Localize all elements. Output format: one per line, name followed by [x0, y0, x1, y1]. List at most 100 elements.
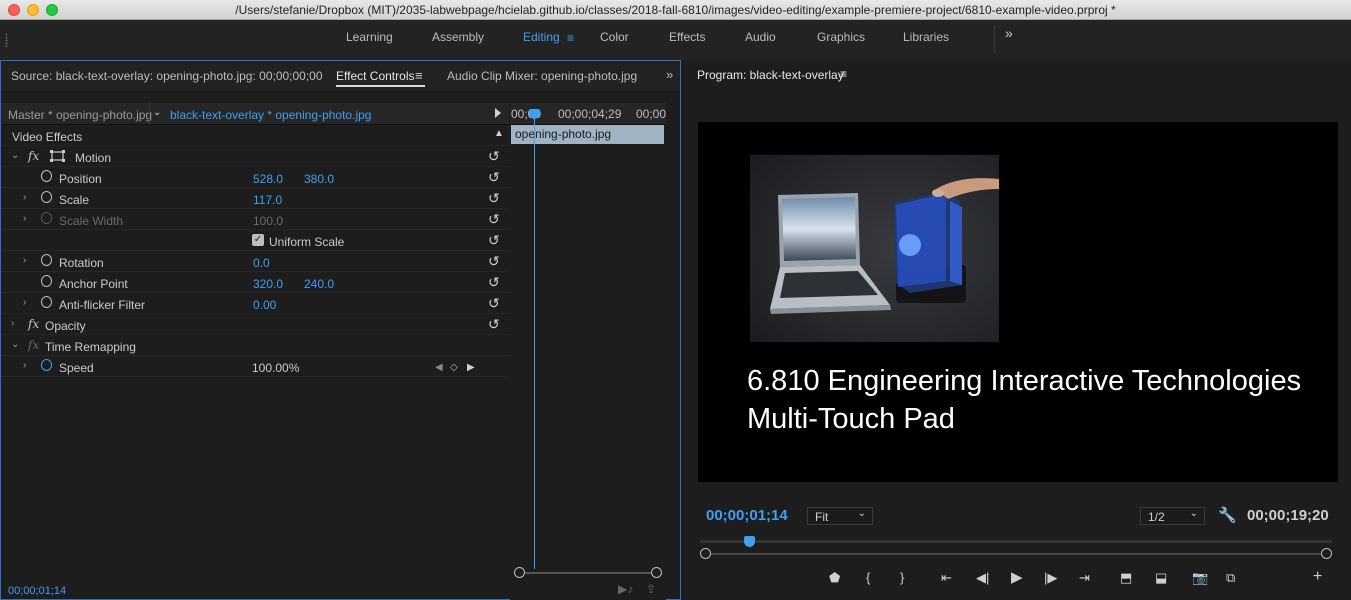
more-workspaces-icon[interactable]: »: [1005, 25, 1013, 41]
footer-timecode[interactable]: 00;00;01;14: [8, 585, 66, 597]
playhead-line[interactable]: [534, 111, 535, 569]
anti-flicker-value[interactable]: 0.00: [253, 298, 276, 312]
previous-keyframe-icon[interactable]: ◀: [435, 362, 443, 373]
reset-icon[interactable]: ↺: [488, 295, 500, 312]
chevron-right-icon[interactable]: ›: [23, 297, 26, 308]
program-title[interactable]: Program: black-text-overlay: [697, 68, 844, 82]
program-video-frame[interactable]: 6.810 Engineering Interactive Technologi…: [698, 122, 1338, 482]
compare-view-icon[interactable]: ⧉: [1226, 570, 1235, 586]
speed-value[interactable]: 100.00%: [252, 361, 299, 375]
zoom-handle-right[interactable]: [1321, 548, 1332, 559]
workspace-tab-learning[interactable]: Learning: [346, 20, 393, 60]
chevron-down-icon[interactable]: ⌄: [153, 107, 161, 118]
next-keyframe-icon[interactable]: ▶: [467, 362, 475, 373]
effect-motion[interactable]: ⌄ fx Motion ↺: [1, 146, 509, 167]
collapse-section-icon[interactable]: ▲: [494, 128, 504, 139]
button-editor-plus-icon[interactable]: +: [1313, 568, 1322, 586]
stopwatch-icon[interactable]: [41, 275, 52, 287]
position-x-value[interactable]: 528.0: [253, 172, 283, 186]
timeline-zoom-scrollbar[interactable]: [514, 567, 662, 579]
stopwatch-icon[interactable]: [41, 254, 52, 266]
close-window-button[interactable]: [8, 4, 20, 16]
workspace-tab-audio[interactable]: Audio: [745, 20, 776, 60]
playback-resolution-select[interactable]: 1/2 ⌄: [1140, 507, 1205, 525]
chevron-right-icon[interactable]: ›: [23, 192, 26, 203]
sequence-clip-tab[interactable]: black-text-overlay * opening-photo.jpg: [170, 108, 371, 122]
step-back-icon[interactable]: ◀|: [976, 570, 989, 586]
program-scrubber[interactable]: [700, 536, 1332, 560]
fx-badge-icon[interactable]: fx: [28, 149, 39, 163]
reset-icon[interactable]: ↺: [488, 253, 500, 270]
chevron-right-icon[interactable]: ›: [23, 360, 26, 371]
step-forward-icon[interactable]: |▶: [1044, 570, 1057, 586]
go-to-in-icon[interactable]: ⇤: [941, 570, 952, 586]
playhead-handle[interactable]: [743, 536, 755, 547]
position-y-value[interactable]: 380.0: [304, 172, 334, 186]
zoom-window-button[interactable]: [46, 4, 58, 16]
stopwatch-icon[interactable]: [41, 296, 52, 308]
rotation-value[interactable]: 0.0: [253, 256, 270, 270]
mark-in-icon[interactable]: {: [866, 570, 870, 585]
playhead-handle[interactable]: [529, 109, 540, 119]
chevron-right-icon[interactable]: ›: [23, 255, 26, 266]
effect-controls-timeline[interactable]: 00;00 00;00;04;29 00;00 opening-photo.jp…: [510, 103, 666, 600]
reset-icon[interactable]: ↺: [488, 274, 500, 291]
workspace-menu-icon[interactable]: ≡: [567, 31, 574, 45]
anchor-y-value[interactable]: 240.0: [304, 277, 334, 291]
grip-icon[interactable]: [5, 33, 8, 47]
reset-icon[interactable]: ↺: [488, 232, 500, 249]
chevron-right-icon[interactable]: ›: [11, 318, 14, 329]
settings-wrench-icon[interactable]: 🔧: [1218, 506, 1237, 524]
export-frame-camera-icon[interactable]: 📷: [1192, 570, 1208, 586]
time-ruler-bar[interactable]: [700, 540, 1332, 543]
uniform-scale-checkbox[interactable]: ✓: [252, 234, 264, 246]
zoom-handle-left[interactable]: [514, 567, 525, 578]
mark-out-icon[interactable]: }: [900, 570, 904, 585]
add-marker-icon[interactable]: ⬟: [829, 570, 840, 586]
add-keyframe-icon[interactable]: ◇: [450, 362, 458, 373]
workspace-tab-editing[interactable]: Editing: [523, 20, 560, 60]
effect-time-remapping[interactable]: ⌄ fx Time Remapping: [1, 335, 509, 356]
workspace-tab-effects[interactable]: Effects: [669, 20, 705, 60]
play-icon[interactable]: ▶: [1011, 568, 1023, 586]
scale-value[interactable]: 117.0: [253, 193, 282, 207]
more-panels-icon[interactable]: »: [666, 67, 673, 82]
reset-icon[interactable]: ↺: [488, 190, 500, 207]
expand-toggle-icon[interactable]: ⌄: [11, 150, 19, 161]
zoom-scrollbar[interactable]: [705, 553, 1327, 555]
minimize-window-button[interactable]: [27, 4, 39, 16]
expand-toggle-icon[interactable]: ⌄: [11, 339, 19, 350]
zoom-level-select[interactable]: Fit ⌄: [807, 507, 873, 525]
go-to-out-icon[interactable]: ⇥: [1079, 570, 1090, 586]
stopwatch-icon[interactable]: [41, 191, 52, 203]
extract-icon[interactable]: ⬓: [1155, 570, 1167, 586]
workspace-tab-color[interactable]: Color: [600, 20, 629, 60]
lift-icon[interactable]: ⬒: [1120, 570, 1132, 586]
anchor-x-value[interactable]: 320.0: [253, 277, 283, 291]
workspace-tab-assembly[interactable]: Assembly: [432, 20, 484, 60]
workspace-tab-libraries[interactable]: Libraries: [903, 20, 949, 60]
chevron-right-icon[interactable]: ›: [23, 213, 26, 224]
zoom-handle-left[interactable]: [700, 548, 711, 559]
tab-effect-controls[interactable]: Effect Controls: [336, 69, 414, 83]
solo-audio-icon[interactable]: ▶♪: [618, 582, 633, 596]
fx-badge-icon[interactable]: fx: [28, 317, 39, 331]
workspace-tab-graphics[interactable]: Graphics: [817, 20, 865, 60]
reset-icon[interactable]: ↺: [488, 316, 500, 333]
playhead-timecode[interactable]: 00;00;01;14: [706, 507, 788, 524]
master-clip-tab[interactable]: Master * opening-photo.jpg: [8, 108, 152, 122]
export-frame-icon[interactable]: ⇪: [646, 582, 656, 596]
reset-icon[interactable]: ↺: [488, 148, 500, 165]
panel-menu-icon[interactable]: ≡: [840, 67, 847, 81]
reset-icon[interactable]: ↺: [488, 169, 500, 186]
stopwatch-icon[interactable]: [41, 359, 52, 371]
reset-icon[interactable]: ↺: [488, 211, 500, 228]
zoom-handle-right[interactable]: [651, 567, 662, 578]
panel-menu-icon[interactable]: ≡: [415, 68, 423, 83]
tab-audio-clip-mixer[interactable]: Audio Clip Mixer: opening-photo.jpg: [447, 69, 637, 83]
show-timeline-icon[interactable]: [495, 108, 501, 118]
stopwatch-icon[interactable]: [41, 170, 52, 182]
effect-opacity[interactable]: › fx Opacity ↺: [1, 314, 509, 335]
transform-icon[interactable]: [50, 150, 66, 162]
tab-source[interactable]: Source: black-text-overlay: opening-phot…: [11, 69, 323, 83]
